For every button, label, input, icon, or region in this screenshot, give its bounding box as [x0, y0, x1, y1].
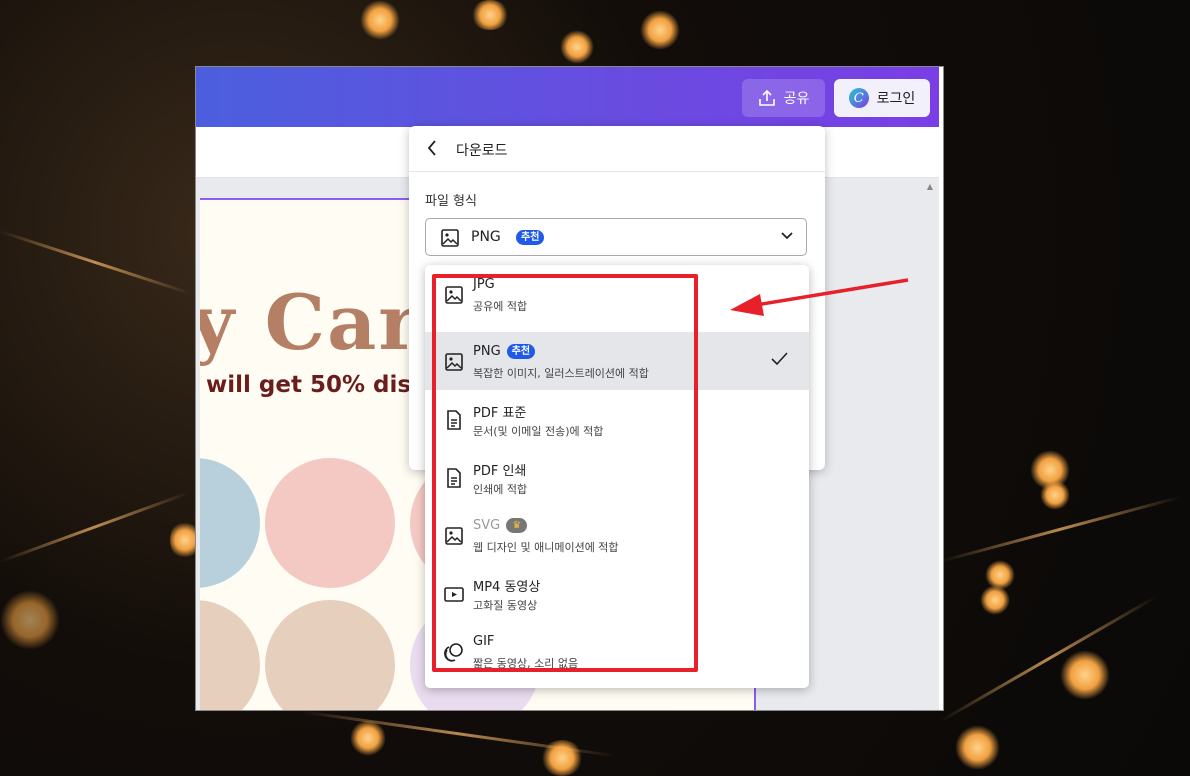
annotation-arrow-icon: [730, 278, 909, 316]
decor-circle: [265, 600, 395, 710]
panel-title: 다운로드: [456, 143, 508, 159]
scroll-up-arrow-icon[interactable]: ▲: [927, 182, 933, 191]
file-type-select[interactable]: PNG 추천: [425, 218, 807, 256]
canva-logo-icon: C: [848, 88, 869, 108]
login-label: 로그인: [876, 91, 916, 107]
annotation-highlight-box: [432, 274, 698, 672]
back-chevron-icon[interactable]: [425, 138, 441, 158]
decor-circle: [200, 600, 260, 710]
panel-header: 다운로드: [409, 126, 825, 172]
share-label: 공유: [783, 91, 810, 107]
share-icon: [758, 89, 775, 106]
chevron-down-icon: [780, 228, 794, 246]
top-bar: 공유 C 로그인: [196, 67, 939, 127]
design-subline: will get 50% disco: [206, 372, 441, 398]
checkmark-icon: [769, 349, 789, 374]
file-type-label: 파일 형식: [425, 194, 477, 209]
decor-circle: [265, 458, 395, 588]
decor-circle: [200, 458, 260, 588]
share-button[interactable]: 공유: [742, 79, 825, 117]
image-icon: [440, 228, 460, 252]
design-headline: y Car: [200, 278, 421, 367]
recommended-badge: 추천: [516, 230, 545, 245]
selected-format: PNG: [471, 229, 501, 245]
login-button[interactable]: C 로그인: [834, 79, 930, 117]
